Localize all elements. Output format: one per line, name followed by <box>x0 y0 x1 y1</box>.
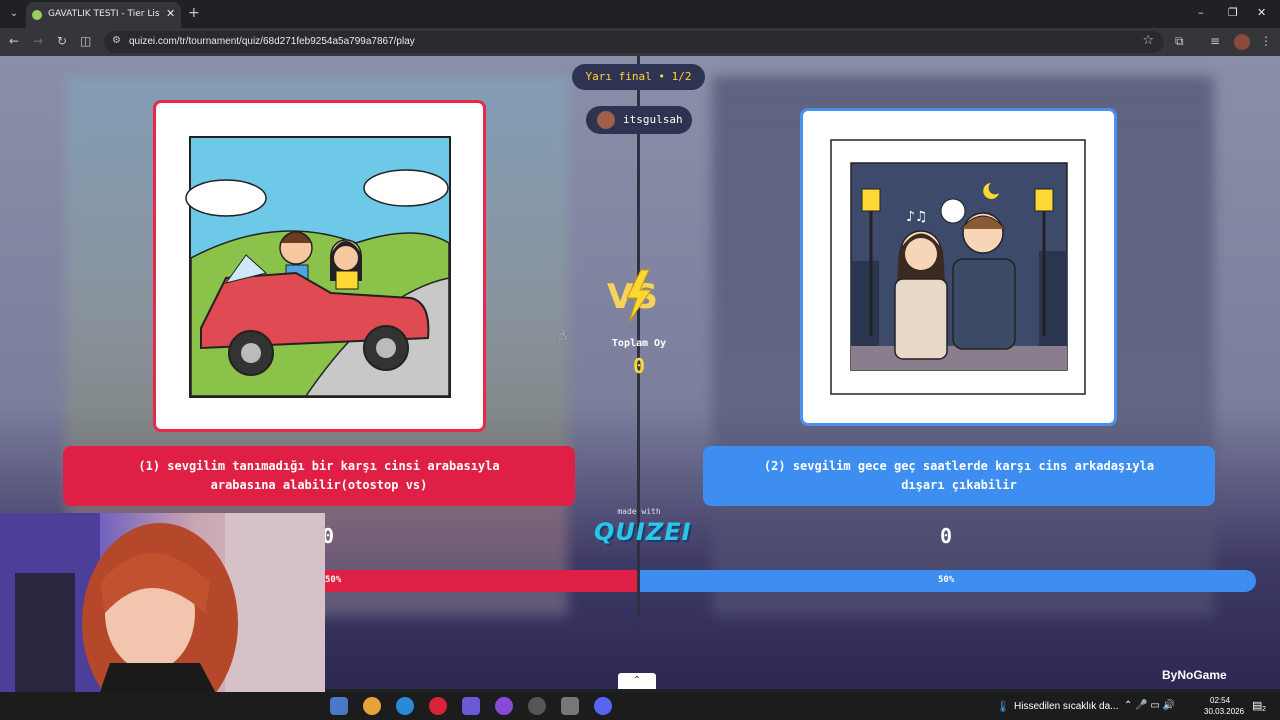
browser-tab-bar: ⌄ GAVATLIK TESTİ - Tier List, Kör Ka ✕ +… <box>0 0 1280 28</box>
clock-time[interactable]: 02:54 <box>1210 696 1230 705</box>
minimize-icon[interactable]: – <box>1198 6 1204 19</box>
restore-icon[interactable]: ❐ <box>1228 6 1238 19</box>
copilot-icon[interactable] <box>462 697 480 715</box>
notification-icon[interactable]: ▤ <box>1252 699 1262 712</box>
option-1-vote-bar: 50% <box>323 570 637 592</box>
menu-icon[interactable]: ⋮ <box>1260 34 1272 48</box>
new-tab-icon[interactable]: + <box>188 5 200 21</box>
close-window-icon[interactable]: ✕ <box>1257 6 1266 19</box>
option-2-percent: 50% <box>938 575 955 585</box>
total-votes-label: Toplam Oy <box>611 338 667 349</box>
url-text[interactable]: quizei.com/tr/tournament/quiz/68d271feb9… <box>129 36 415 47</box>
discord-icon[interactable] <box>594 697 612 715</box>
user-badge: itsgulsah <box>586 106 692 134</box>
forward-icon[interactable]: → <box>33 34 43 48</box>
chrome-icon[interactable] <box>363 697 381 715</box>
extensions-icon[interactable]: ⧉ <box>1175 34 1184 49</box>
notification-count: 2 <box>1262 706 1266 713</box>
back-icon[interactable]: ← <box>9 34 19 48</box>
address-bar[interactable]: ⚙ quizei.com/tr/tournament/quiz/68d271fe… <box>104 31 1164 53</box>
username: itsgulsah <box>623 113 683 126</box>
app-icon[interactable] <box>528 697 546 715</box>
obs-icon[interactable] <box>495 697 513 715</box>
total-votes-value: 0 <box>632 354 646 378</box>
option-2-score: 0 <box>940 524 953 548</box>
option-2-button[interactable]: (2) sevgilim gece geç saatlerde karşı ci… <box>703 446 1215 506</box>
vs-lightning-icon: VS <box>607 269 658 323</box>
site-info-icon[interactable]: ⚙ <box>112 35 121 46</box>
mouse-cursor-icon: ☝ <box>558 328 567 344</box>
stage-badge: Yarı final • 1/2 <box>572 64 705 90</box>
windows-taskbar: 🌡 Hissedilen sıcaklık da... ⌃ 🎤 ▭ 🔊 02:5… <box>0 692 1280 720</box>
made-with-label: made with <box>617 507 661 516</box>
weather-text[interactable]: Hissedilen sıcaklık da... <box>1014 701 1119 712</box>
profile-avatar[interactable] <box>1234 34 1250 50</box>
clock-date[interactable]: 30.03.2026 <box>1204 707 1244 716</box>
active-tab[interactable]: GAVATLIK TESTİ - Tier List, Kör Ka ✕ <box>26 2 181 28</box>
tab-close-icon[interactable]: ✕ <box>166 7 175 20</box>
media-control-icon[interactable]: ≡ <box>1210 34 1220 48</box>
option-1-percent: 50% <box>325 575 342 585</box>
tray-icons[interactable]: ⌃ 🎤 ▭ 🔊 <box>1124 700 1175 711</box>
tab-favicon-icon <box>32 10 42 20</box>
edge-icon[interactable] <box>396 697 414 715</box>
option-1-button[interactable]: (1) sevgilim tanımadığı bir karşı cinsi … <box>63 446 575 506</box>
split-view-icon[interactable]: ◫ <box>80 34 91 48</box>
option-2-vote-bar: 50% <box>640 570 1256 592</box>
bynogame-logo: ByNoGame <box>1162 668 1227 682</box>
option-1-illustration <box>185 136 451 398</box>
scroll-up-button[interactable]: ⌃ <box>618 673 656 689</box>
outlook-icon[interactable] <box>330 697 348 715</box>
quizei-logo[interactable]: QUIZEI <box>594 518 691 546</box>
weather-icon[interactable]: 🌡 <box>996 700 1010 713</box>
settings-icon[interactable] <box>561 697 579 715</box>
tab-search-icon[interactable]: ⌄ <box>6 6 22 22</box>
webcam-overlay <box>0 513 325 720</box>
svg-text:♪♫: ♪♫ <box>906 209 928 225</box>
tab-title: GAVATLIK TESTİ - Tier List, Kör Ka <box>48 9 160 19</box>
reload-icon[interactable]: ↻ <box>57 34 67 48</box>
option-1-card[interactable] <box>153 100 486 432</box>
option-2-illustration: ♪♫ <box>830 139 1086 395</box>
browser-toolbar: ← → ↻ ◫ ⚙ quizei.com/tr/tournament/quiz/… <box>0 28 1280 56</box>
opera-icon[interactable] <box>429 697 447 715</box>
streamer-webcam-image <box>0 513 325 720</box>
bookmark-star-icon[interactable]: ☆ <box>1142 33 1154 48</box>
option-2-card[interactable]: ♪♫ <box>800 108 1117 426</box>
user-avatar <box>597 111 615 129</box>
